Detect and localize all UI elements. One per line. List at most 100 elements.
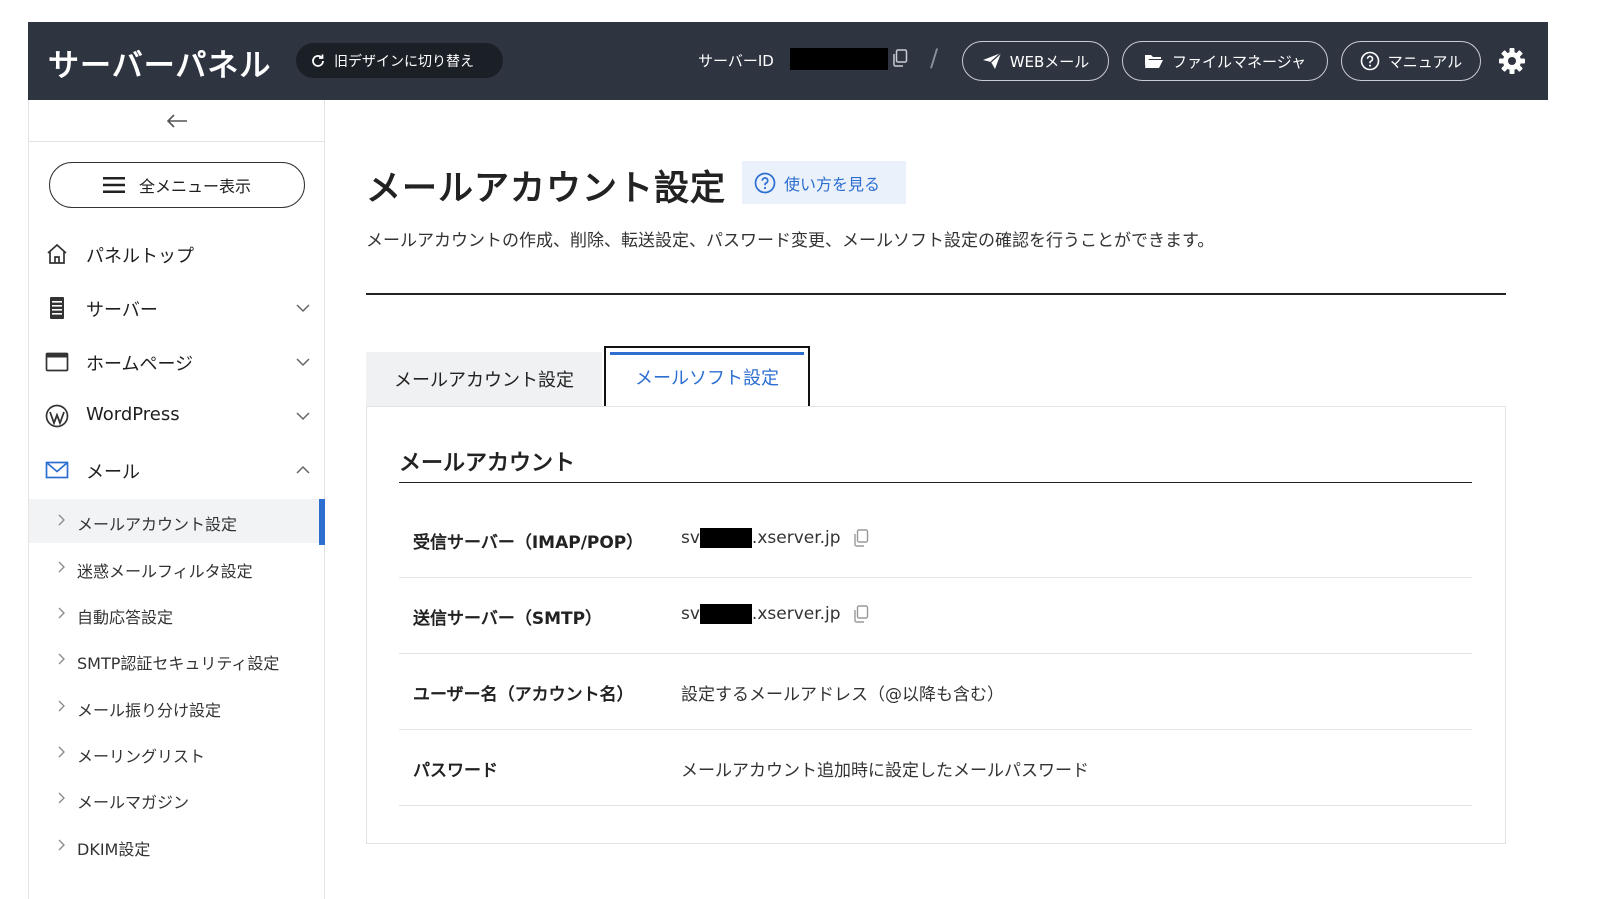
webmail-label: WEBメール [1009,52,1090,71]
app-logo[interactable]: サーバーパネル [48,40,271,85]
row-key: 送信サーバー（SMTP） [413,609,603,629]
wordpress-icon [45,404,69,428]
refresh-icon [312,54,324,67]
collapse-sidebar-button[interactable] [29,100,325,142]
copy-icon[interactable] [853,605,869,623]
table-row: パスワード メールアカウント追加時に設定したメールパスワード [399,730,1472,806]
sidebar-subitem-mailing-list[interactable]: メーリングリスト [29,731,325,775]
sidebar-subitem-label: 迷惑メールフィルタ設定 [77,562,253,581]
sidebar-subitem-spam-filter[interactable]: 迷惑メールフィルタ設定 [29,546,325,590]
how-to-use-label: 使い方を見る [784,174,881,194]
folder-open-icon [1145,55,1164,68]
server-prefix: sv [681,604,700,624]
mail-icon [45,461,69,479]
gear-icon[interactable] [1498,47,1526,75]
redacted-block [699,604,752,624]
browser-window-icon [45,352,69,372]
hamburger-icon [102,177,125,193]
tab-mail-account-settings[interactable]: メールアカウント設定 [366,352,602,406]
sidebar-item-mail[interactable]: メール [29,450,325,490]
sidebar-subitem-smtp-auth[interactable]: SMTP認証セキュリティ設定 [29,638,325,682]
page-title: メールアカウント設定 [366,169,727,209]
sidebar-subitem-label: メールアカウント設定 [77,515,238,534]
chevron-down-icon [296,304,310,313]
sidebar-subitem-label: メール振り分け設定 [77,701,222,720]
server-suffix: .xserver.jp [751,604,841,624]
password-value: メールアカウント追加時に設定したメールパスワード [681,761,1089,781]
incoming-server-value: sv .xserver.jp [681,528,869,548]
sidebar-subitem-label: DKIM設定 [77,840,151,859]
row-key: パスワード [413,761,498,781]
server-suffix: .xserver.jp [751,528,841,548]
chevron-right-icon [58,839,65,851]
sidebar-item-label: メール [86,462,140,483]
manual-label: マニュアル [1387,52,1463,71]
sidebar-subitem-mail-sorting[interactable]: メール振り分け設定 [29,685,325,729]
all-menu-button[interactable]: 全メニュー表示 [49,162,305,208]
chevron-up-icon [296,465,310,474]
sidebar-item-label: ホームページ [86,354,194,375]
top-header: サーバーパネル 旧デザインに切り替え サーバーID / WEBメール ファイルマ… [28,22,1548,100]
sidebar-item-label: サーバー [86,300,158,321]
app-frame: サーバーパネル 旧デザインに切り替え サーバーID / WEBメール ファイルマ… [28,22,1548,899]
table-row: 受信サーバー（IMAP/POP） sv .xserver.jp [399,502,1472,578]
divider [399,482,1472,483]
server-id-label: サーバーID [698,52,774,70]
paper-plane-icon [982,52,1002,69]
table-row: 送信サーバー（SMTP） sv .xserver.jp [399,578,1472,654]
sidebar-subitem-mail-magazine[interactable]: メールマガジン [29,777,325,821]
sidebar-item-label: パネルトップ [86,246,194,267]
sidebar-subitem-label: 自動応答設定 [77,608,174,627]
arrow-left-icon [166,113,187,128]
outgoing-server-value: sv .xserver.jp [681,604,869,624]
sidebar-subitem-label: メールマガジン [77,793,190,812]
sidebar-subitem-label: メーリングリスト [77,747,206,766]
main-content: メールアカウント設定 使い方を見る メールアカウントの作成、削除、転送設定、パス… [326,100,1548,899]
panel-heading: メールアカウント [399,451,576,476]
sidebar-subitem-dkim[interactable]: DKIM設定 [29,824,325,868]
copy-icon[interactable] [853,529,869,547]
sidebar-item-panel-top[interactable]: パネルトップ [29,234,325,274]
copy-icon[interactable] [892,49,908,67]
sidebar-subitem-mail-account[interactable]: メールアカウント設定 [29,499,325,545]
help-circle-icon [754,172,776,193]
redacted-block [699,528,752,548]
username-value: 設定するメールアドレス（@以降も含む） [681,685,1004,705]
all-menu-label: 全メニュー表示 [138,177,251,196]
sidebar-item-homepage[interactable]: ホームページ [29,342,325,382]
chevron-right-icon [58,561,65,573]
chevron-down-icon [296,412,310,421]
chevron-right-icon [58,607,65,619]
sidebar-item-server[interactable]: サーバー [29,288,325,328]
webmail-button[interactable]: WEBメール [962,41,1109,81]
mail-software-panel: メールアカウント 受信サーバー（IMAP/POP） sv .xserver.jp … [366,406,1506,844]
help-circle-icon [1360,51,1380,71]
tab-mail-software-settings[interactable]: メールソフト設定 [604,346,810,408]
chevron-down-icon [296,358,310,367]
sidebar-subitem-auto-reply[interactable]: 自動応答設定 [29,592,325,636]
chevron-right-icon [58,700,65,712]
server-prefix: sv [681,528,700,548]
sidebar-subitem-label: SMTP認証セキュリティ設定 [77,654,280,673]
row-key: 受信サーバー（IMAP/POP） [413,533,644,553]
chevron-right-icon [58,653,65,665]
page-description: メールアカウントの作成、削除、転送設定、パスワード変更、メールソフト設定の確認を… [366,231,1215,251]
divider [366,293,1506,295]
table-row: ユーザー名（アカウント名） 設定するメールアドレス（@以降も含む） [399,654,1472,730]
sidebar: 全メニュー表示 パネルトップ サーバー ホームページ WordPress メール… [28,100,325,899]
chevron-right-icon [58,792,65,804]
chevron-right-icon [58,514,65,526]
row-key: ユーザー名（アカウント名） [413,685,634,705]
how-to-use-button[interactable]: 使い方を見る [742,161,906,204]
manual-button[interactable]: マニュアル [1341,41,1481,81]
file-manager-button[interactable]: ファイルマネージャ [1122,41,1328,81]
file-manager-label: ファイルマネージャ [1172,52,1306,71]
switch-old-design-label: 旧デザインに切り替え [334,53,474,70]
chevron-right-icon [58,746,65,758]
header-separator: / [930,44,939,72]
sidebar-item-wordpress[interactable]: WordPress [29,396,325,436]
sidebar-item-label: WordPress [86,404,180,425]
server-id-redacted [790,48,888,70]
home-icon [47,243,67,264]
switch-old-design-button[interactable]: 旧デザインに切り替え [296,43,503,78]
